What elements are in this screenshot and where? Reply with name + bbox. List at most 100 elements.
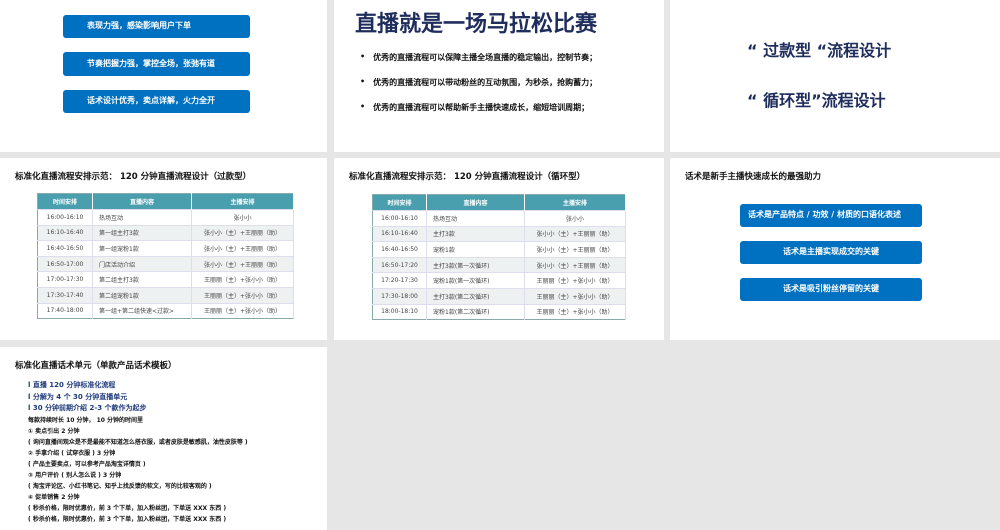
- slide-3[interactable]: “ 过款型 “流程设计 “ 循环型”流程设计: [670, 0, 1000, 152]
- script-line: ( 询问直播间观众是不是最能不知道怎么搭衣服，或者皮肤是敏感肌，油性皮肤等 ): [28, 438, 248, 446]
- point-box: 话术设计优秀，卖点详解，火力全开: [63, 90, 250, 113]
- col-header: 直播内容: [426, 194, 525, 211]
- slide-2[interactable]: 直播就是一场马拉松比赛 • 优秀的直播流程可以保障主播全场直播的稳定输出，控制节奏…: [334, 0, 664, 152]
- point-box: 节奏把握力强，掌控全场，张弛有道: [63, 52, 250, 76]
- table-cell: 17:20-17:30: [372, 272, 427, 289]
- table-cell: 第一组主打3款: [92, 224, 192, 241]
- table-cell: 张小小: [524, 210, 626, 227]
- table-cell: 张小小（主）+王丽丽（助）: [524, 225, 626, 242]
- highlight-line: l 直播 120 分钟标准化流程: [28, 381, 116, 389]
- table-cell: 张小小（主）+王丽丽（助）: [524, 256, 626, 273]
- schedule-table: 时间安排 直播内容 主播安排 16:00-16:10 热场互动 张小小 16:10-16:…: [372, 194, 626, 321]
- table-cell: 王丽丽（主）+张小小（助）: [524, 303, 626, 320]
- table-row: 16:40-16:50 第一组宠粉1款 张小小（主）+王丽丽（助）: [37, 240, 294, 257]
- table-cell: 16:00-16:10: [372, 210, 427, 227]
- table-cell: 王丽丽（主）+张小小（助）: [191, 271, 294, 288]
- table-row: 17:30-17:40 第二组宠粉1款 王丽丽（主）+张小小（助）: [37, 286, 294, 304]
- script-line: 每款持续时长 10 分钟， 10 分钟的时间里: [28, 416, 144, 424]
- bullet-item: • 优秀的直播流程可以保障主播全场直播的稳定输出，控制节奏；: [360, 52, 598, 62]
- table-cell: 热场互动: [426, 210, 525, 227]
- script-line: ( 产品主要卖点，可以参考产品淘宝详情页 ): [28, 460, 146, 468]
- highlight-line: l 分解为 4 个 30 分钟直播单元: [28, 392, 128, 401]
- slide-6[interactable]: 话术是新手主播快速成长的最强助力 话术是产品特点 / 功效 / 材质的口语化表述…: [670, 158, 1000, 340]
- table-cell: 第二组主打3款: [92, 271, 192, 288]
- script-line: ( 淘宝评论区、小红书笔记、知乎上找反馈的软文，写的比较客观的 ): [28, 482, 212, 490]
- table-cell: 16:10-16:40: [372, 225, 427, 242]
- table-cell: 17:30-17:40: [37, 286, 93, 304]
- table-cell: 16:40-16:50: [372, 241, 427, 258]
- table-row: 16:10-16:40 第一组主打3款 张小小（主）+王丽丽（助）: [37, 224, 294, 241]
- table-cell: 王丽丽（主）+张小小（助）: [191, 302, 294, 319]
- bullet-item: • 优秀的直播流程可以帮助新手主播快速成长，缩短培训周期；: [360, 102, 590, 112]
- slide-title: 标准化直播流程安排示范： 120 分钟直播流程设计（循环型）: [349, 172, 586, 182]
- table-row: 17:20-17:30 宠粉1款(第一次循环) 王丽丽（主）+张小小（助）: [372, 272, 626, 289]
- slide-7[interactable]: 标准化直播话术单元（单款产品话术模板） l 直播 120 分钟标准化流程 l 分解…: [0, 347, 327, 530]
- script-line: ③ 用户评价 ( 别人怎么说 ) 3 分钟: [28, 471, 122, 479]
- table-cell: 王丽丽（主）+张小小（助）: [524, 287, 626, 305]
- table-cell: 16:40-16:50: [37, 240, 93, 257]
- table-cell: 主打3款(第一次循环): [426, 256, 525, 273]
- table-row: 16:50-17:00 门店活动介绍 张小小（主）+王丽丽（助）: [37, 255, 294, 272]
- table-cell: 16:00-16:10: [37, 209, 93, 226]
- point-box: 表现力强，感染影响用户下单: [63, 15, 250, 38]
- slide-1[interactable]: 表现力强，感染影响用户下单 节奏把握力强，掌控全场，张弛有道 话术设计优秀，卖点…: [0, 0, 327, 152]
- table-cell: 王丽丽（主）+张小小（助）: [191, 286, 294, 304]
- table-cell: 宠粉1款(第一次循环): [426, 272, 525, 289]
- point-box: 话术是产品特点 / 功效 / 材质的口语化表述: [740, 204, 922, 227]
- script-line: ( 秒杀价格，限时优惠价，前 3 个下单，加入粉丝团，下单送 XXX 东西 ): [28, 504, 227, 512]
- table-row: 17:00-17:30 第二组主打3款 王丽丽（主）+张小小（助）: [37, 271, 294, 288]
- table-cell: 张小小（主）+王丽丽（助）: [191, 240, 294, 257]
- slide-title: 直播就是一场马拉松比赛: [355, 12, 598, 37]
- highlight-line: l 30 分钟前期介绍 2-3 个款作为起步: [28, 404, 147, 413]
- table-cell: 17:30-18:00: [372, 287, 427, 305]
- script-line: ① 卖点引出 2 分钟: [28, 427, 80, 435]
- slide-4[interactable]: 标准化直播流程安排示范： 120 分钟直播流程设计（过款型） 时间安排 直播内容主…: [0, 158, 327, 340]
- flow-type-heading: “ 循环型”流程设计: [747, 91, 886, 110]
- script-line: ④ 促单销售 2 分钟: [28, 493, 80, 501]
- col-header: 时间安排: [37, 193, 93, 210]
- table-cell: 16:10-16:40: [37, 224, 93, 241]
- col-header: 时间安排: [372, 194, 427, 211]
- table-cell: 主打3款: [426, 225, 525, 242]
- table-row: 16:40-16:50 宠粉1款 张小小（主）+王丽丽（助）: [372, 241, 626, 258]
- table-cell: 17:40-18:00: [37, 302, 93, 319]
- table-cell: 17:00-17:30: [37, 271, 93, 288]
- table-cell: 门店活动介绍: [92, 255, 192, 272]
- table-cell: 16:50-17:20: [372, 256, 427, 273]
- table-cell: 王丽丽（主）+张小小（助）: [524, 272, 626, 289]
- table-cell: 宠粉1款: [426, 241, 525, 258]
- schedule-table: 时间安排 直播内容 主播安排 16:00-16:10 热场互动 张小小 16:10-16:…: [37, 193, 294, 320]
- table-row: 16:00-16:10 热场互动 张小小: [37, 209, 294, 226]
- point-box: 话术是吸引粉丝停留的关键: [740, 278, 922, 301]
- table-row: 18:00-18:10 宠粉1款(第二次循环) 王丽丽（主）+张小小（助）: [372, 303, 626, 320]
- col-header: 主播安排: [524, 194, 626, 211]
- table-row: 17:30-18:00 主打3款(第二次循环) 王丽丽（主）+张小小（助）: [372, 287, 626, 305]
- table-cell: 张小小（主）+王丽丽（助）: [191, 255, 294, 272]
- table-row: 16:00-16:10 热场互动 张小小: [372, 210, 626, 227]
- slide-5[interactable]: 标准化直播流程安排示范： 120 分钟直播流程设计（循环型） 时间安排 直播内容主…: [334, 158, 664, 340]
- slide-title: 标准化直播话术单元（单款产品话术模板）: [15, 361, 177, 371]
- table-cell: 第一组+第二组快速<过款>: [92, 302, 192, 319]
- table-cell: 18:00-18:10: [372, 303, 427, 320]
- table-cell: 第一组宠粉1款: [92, 240, 192, 257]
- table-cell: 张小小（主）+王丽丽（助）: [191, 224, 294, 241]
- table-row: 17:40-18:00 第一组+第二组快速<过款> 王丽丽（主）+张小小（助）: [37, 302, 294, 319]
- script-line: ② 手拿介绍 ( 试穿衣服 ) 3 分钟: [28, 449, 116, 457]
- table-row: 16:10-16:40 主打3款 张小小（主）+王丽丽（助）: [372, 225, 626, 242]
- table-cell: 第二组宠粉1款: [92, 286, 192, 304]
- script-line: ( 秒杀价格，限时优惠价，前 3 个下单，加入粉丝团，下单送 XXX 东西 ): [28, 515, 227, 523]
- point-box: 话术是主播实现成交的关键: [740, 241, 922, 264]
- flow-type-heading: “ 过款型 “流程设计: [747, 41, 892, 60]
- slide-title: 标准化直播流程安排示范： 120 分钟直播流程设计（过款型）: [15, 172, 252, 182]
- table-cell: 张小小: [191, 209, 294, 226]
- col-header: 主播安排: [191, 193, 294, 210]
- table-cell: 宠粉1款(第二次循环): [426, 303, 525, 320]
- bullet-item: • 优秀的直播流程可以带动粉丝的互动氛围，为秒杀，抢购蓄力；: [360, 77, 598, 87]
- col-header: 直播内容: [92, 193, 192, 210]
- table-cell: 热场互动: [92, 209, 192, 226]
- table-cell: 张小小（主）+王丽丽（助）: [524, 241, 626, 258]
- table-cell: 16:50-17:00: [37, 255, 93, 272]
- table-cell: 主打3款(第二次循环): [426, 287, 525, 305]
- slide-title: 话术是新手主播快速成长的最强助力: [685, 172, 822, 182]
- table-row: 16:50-17:20 主打3款(第一次循环) 张小小（主）+王丽丽（助）: [372, 256, 626, 273]
